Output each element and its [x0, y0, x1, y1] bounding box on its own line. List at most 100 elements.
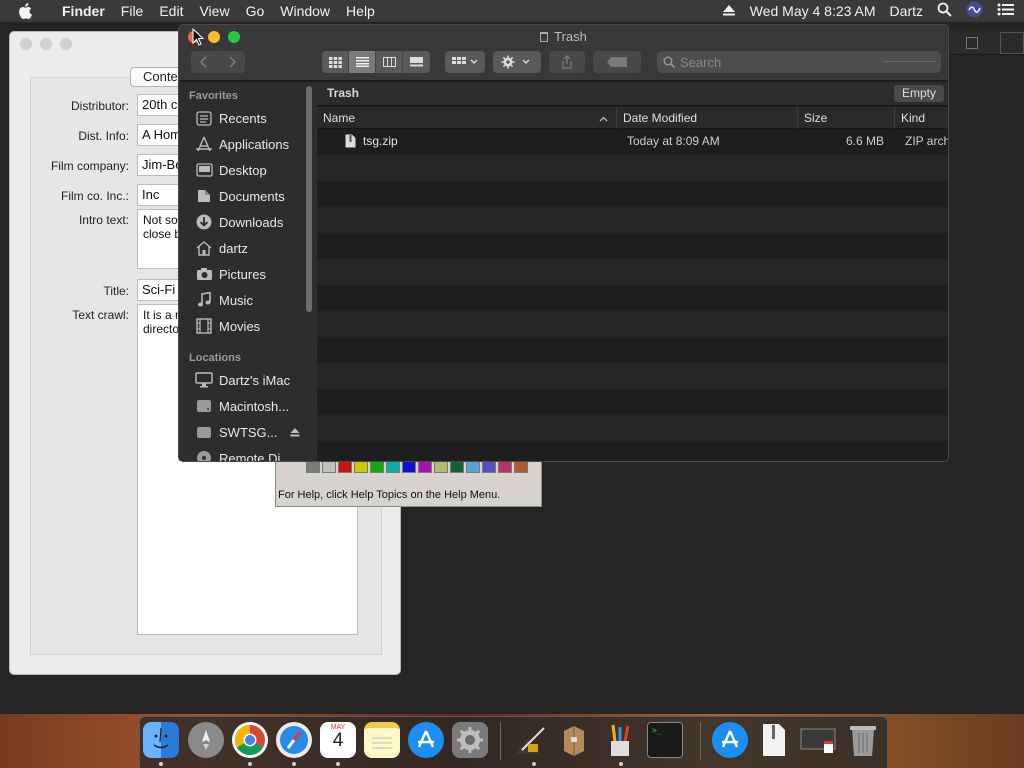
column-header-size[interactable]: Size	[798, 107, 895, 129]
list-view-button[interactable]	[349, 51, 376, 73]
inactive-close-button[interactable]	[20, 38, 32, 50]
sidebar-item-macintosh-hd[interactable]: Macintosh...	[195, 395, 315, 417]
dock: MAY 4 >_	[0, 714, 1024, 768]
app-store-icon[interactable]	[408, 722, 444, 758]
color-palette[interactable]	[306, 461, 528, 473]
palette-swatch[interactable]	[466, 461, 480, 473]
sidebar-scroll-thumb[interactable]	[306, 86, 312, 312]
applications-icon	[195, 135, 213, 153]
minimize-button[interactable]	[208, 31, 220, 43]
column-header-date[interactable]: Date Modified	[617, 107, 798, 129]
xcode-instruments-icon[interactable]	[514, 722, 550, 758]
sidebar-item-music[interactable]: Music	[195, 289, 315, 311]
sidebar-item-pictures[interactable]: Pictures	[195, 263, 315, 285]
notes-icon[interactable]	[364, 722, 400, 758]
palette-swatch[interactable]	[482, 461, 496, 473]
share-button[interactable]	[549, 51, 585, 73]
palette-swatch[interactable]	[514, 461, 528, 473]
palette-swatch[interactable]	[434, 461, 448, 473]
sidebar-item-dartz[interactable]: dartz	[195, 237, 315, 259]
sidebar-item-remote-disc[interactable]: Remote Di...	[195, 447, 315, 462]
zip-file-icon[interactable]	[756, 722, 792, 758]
column-header-name[interactable]: Name	[317, 107, 617, 129]
palette-swatch[interactable]	[450, 461, 464, 473]
back-button[interactable]	[191, 51, 218, 73]
system-preferences-icon[interactable]	[452, 722, 488, 758]
search-field[interactable]: Search	[657, 51, 941, 73]
menu-help[interactable]: Help	[338, 0, 383, 22]
sidebar-item-desktop[interactable]: Desktop	[195, 159, 315, 181]
notification-center-icon[interactable]	[997, 3, 1014, 19]
palette-swatch[interactable]	[322, 461, 336, 473]
empty-trash-button[interactable]: Empty	[893, 85, 944, 102]
inactive-minimize-button[interactable]	[40, 38, 52, 50]
eject-icon[interactable]	[722, 3, 736, 19]
terminal-prompt-glyph: >_	[652, 726, 662, 735]
trash-icon[interactable]	[845, 722, 881, 758]
sidebar-item-recents[interactable]: Recents	[195, 107, 315, 129]
palette-swatch[interactable]	[306, 461, 320, 473]
menu-window[interactable]: Window	[272, 0, 338, 22]
sidebar-item-documents[interactable]: Documents	[195, 185, 315, 207]
sidebar-item-downloads[interactable]: Downloads	[195, 211, 315, 233]
restore-icon[interactable]	[966, 37, 978, 49]
palette-swatch[interactable]	[402, 461, 416, 473]
gallery-view-button[interactable]	[403, 51, 430, 73]
apple-menu-icon[interactable]	[18, 3, 40, 19]
app-store-download-icon[interactable]	[712, 722, 748, 758]
action-gear-button[interactable]	[493, 51, 541, 73]
eject-disk-icon[interactable]	[290, 427, 300, 437]
menu-go[interactable]: Go	[238, 0, 273, 22]
menu-user[interactable]: Dartz	[890, 3, 923, 19]
search-divider	[883, 61, 935, 62]
sidebar-item-swtsg[interactable]: SWTSG...	[195, 421, 315, 443]
new-tab-icon[interactable]	[1000, 32, 1024, 54]
menu-view[interactable]: View	[191, 0, 237, 22]
palette-swatch[interactable]	[338, 461, 352, 473]
safari-icon[interactable]	[276, 722, 312, 758]
sidebar-item-label: Remote Di...	[219, 450, 292, 462]
menu-edit[interactable]: Edit	[151, 0, 191, 22]
chrome-icon[interactable]	[232, 722, 268, 758]
group-by-button[interactable]	[445, 51, 485, 73]
column-view-button[interactable]	[376, 51, 403, 73]
palette-swatch[interactable]	[354, 461, 368, 473]
siri-icon[interactable]	[966, 1, 983, 21]
tags-button[interactable]	[593, 51, 641, 73]
palette-swatch[interactable]	[386, 461, 400, 473]
trash-path-bar: Trash Empty	[317, 82, 948, 106]
forward-button[interactable]	[218, 51, 245, 73]
palette-swatch[interactable]	[418, 461, 432, 473]
sidebar-scrollbar[interactable]	[305, 82, 313, 317]
spotlight-icon[interactable]	[937, 2, 952, 20]
sidebar-item-applications[interactable]: Applications	[195, 133, 315, 155]
paint-running-indicator	[619, 762, 623, 766]
calendar-icon[interactable]: MAY 4	[320, 722, 356, 758]
menu-finder[interactable]: Finder	[54, 0, 113, 22]
dock-separator	[700, 722, 701, 760]
launchpad-icon[interactable]	[188, 722, 224, 758]
menu-clock[interactable]: Wed May 4 8:23 AM	[750, 3, 876, 19]
palette-swatch[interactable]	[498, 461, 512, 473]
nav-buttons	[191, 51, 245, 73]
menu-file[interactable]: File	[113, 0, 152, 22]
table-row[interactable]: tsg.zip Today at 8:09 AM 6.6 MB ZIP arch	[317, 129, 948, 155]
sidebar-item-label: Desktop	[219, 162, 267, 178]
sidebar-item-movies[interactable]: Movies	[195, 315, 315, 337]
archive-utility-icon[interactable]	[556, 722, 592, 758]
zoom-button[interactable]	[228, 31, 240, 43]
sidebar-item-label: Applications	[219, 136, 290, 152]
icon-view-button[interactable]	[322, 51, 349, 73]
terminal-icon[interactable]: >_	[647, 722, 683, 758]
pencil-cup-icon[interactable]	[602, 722, 638, 758]
sort-chevron-icon	[599, 107, 608, 128]
inactive-zoom-button[interactable]	[60, 38, 72, 50]
chrome-running-indicator	[248, 762, 252, 766]
window-title: Trash	[179, 29, 948, 44]
external-disk-icon	[195, 423, 213, 441]
finder-icon[interactable]	[143, 722, 179, 758]
sidebar-item-imac[interactable]: Dartz's iMac	[195, 369, 315, 391]
palette-swatch[interactable]	[370, 461, 384, 473]
column-header-kind[interactable]: Kind	[895, 107, 948, 129]
calendar-doc-icon[interactable]	[800, 722, 836, 758]
